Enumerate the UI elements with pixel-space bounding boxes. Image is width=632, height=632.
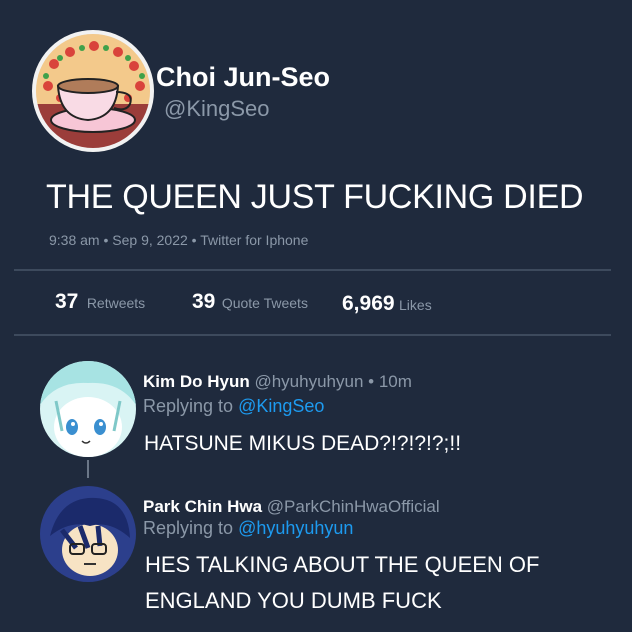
avatar-kim-do-hyun[interactable] [40, 361, 136, 457]
quotes-label: Quote Tweets [221, 295, 308, 311]
reply-display-name[interactable]: Kim Do Hyun [143, 372, 250, 391]
reply-header: Kim Do Hyun @hyuhyuhyun • 10m [143, 372, 412, 392]
tweet-handle[interactable]: @KingSeo [164, 96, 270, 122]
stat-retweets[interactable]: 37 Retweets [55, 290, 145, 314]
replying-prefix: Replying to [143, 518, 234, 538]
reply-header: Park Chin Hwa @ParkChinHwaOfficial [143, 497, 440, 517]
retweets-count: 37 [55, 290, 79, 313]
avatar-park-chin-hwa[interactable] [40, 486, 136, 582]
divider-top [14, 269, 611, 271]
divider-bottom [14, 334, 611, 336]
replying-to-link[interactable]: @hyuhyuhyun [238, 518, 353, 538]
tweet-text: THE QUEEN JUST FUCKING DIED [46, 178, 584, 216]
replying-prefix: Replying to [143, 396, 234, 416]
avatar-face-icon [40, 486, 136, 582]
tweet-display-name[interactable]: Choi Jun-Seo [156, 62, 330, 93]
reply-text-line2: ENGLAND YOU DUMB FUCK [145, 588, 442, 613]
avatar-face-icon [40, 361, 136, 457]
tweet-meta: 9:38 am • Sep 9, 2022 • Twitter for Ipho… [49, 232, 309, 248]
stat-quote-tweets[interactable]: 39 Quote Tweets [192, 290, 308, 314]
replying-to-line: Replying to @hyuhyuhyun [143, 518, 353, 539]
likes-count: 6,969 [342, 292, 395, 315]
retweets-label: Retweets [86, 295, 146, 311]
replying-to-link[interactable]: @KingSeo [238, 396, 324, 416]
likes-label: Likes [399, 297, 432, 313]
avatar-choi-jun-seo[interactable] [32, 30, 154, 152]
thread-connector [87, 460, 89, 478]
reply-text-line1: HES TALKING ABOUT THE QUEEN OF [145, 552, 540, 577]
reply-time: • 10m [368, 372, 412, 391]
reply-text: HATSUNE MIKUS DEAD?!?!?!?;!! [144, 432, 462, 455]
teacup-icon [36, 34, 150, 148]
replying-to-line: Replying to @KingSeo [143, 396, 324, 417]
reply-display-name[interactable]: Park Chin Hwa [143, 497, 262, 516]
reply-handle[interactable]: @ParkChinHwaOfficial [267, 497, 440, 516]
reply-handle[interactable]: @hyuhyuhyun [254, 372, 363, 391]
quotes-count: 39 [192, 290, 216, 313]
stat-likes[interactable]: 6,969 Likes [342, 292, 432, 316]
